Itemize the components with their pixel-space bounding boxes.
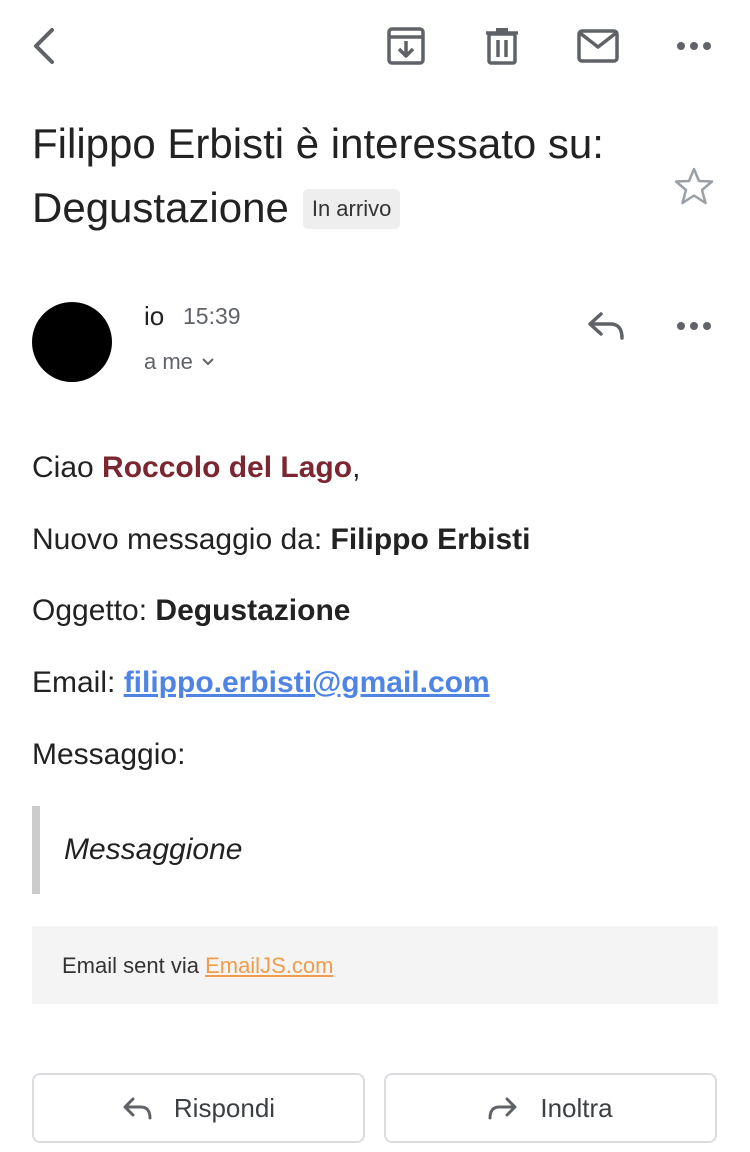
reply-icon-button[interactable] (578, 298, 634, 354)
email-line: Email: filippo.erbisti@gmail.com (32, 663, 490, 703)
emailjs-link[interactable]: EmailJS.com (205, 953, 333, 978)
email-footer: Email sent via EmailJS.com (32, 926, 718, 1004)
email-link[interactable]: filippo.erbisti@gmail.com (124, 666, 490, 699)
chevron-left-icon (34, 28, 54, 64)
email-label: Email: (32, 666, 124, 699)
forward-label: Inoltra (540, 1093, 613, 1123)
recipients-toggle[interactable]: a me (144, 348, 215, 376)
greeting-name: Roccolo del Lago (102, 451, 353, 484)
from-value: Filippo Erbisti (330, 523, 531, 556)
more-horizontal-icon (677, 42, 711, 50)
sender-avatar[interactable] (32, 302, 112, 382)
reply-icon (588, 312, 624, 340)
envelope-icon (577, 29, 619, 63)
greeting-line: Ciao Roccolo del Lago, (32, 448, 360, 488)
subject-line: Oggetto: Degustazione (32, 591, 350, 631)
message-more-button[interactable] (666, 298, 722, 354)
reply-icon (123, 1097, 152, 1120)
sender-name: io (144, 301, 165, 331)
more-horizontal-icon (677, 322, 711, 330)
mark-unread-button[interactable] (570, 18, 626, 74)
footer-prefix: Email sent via (62, 953, 206, 978)
forward-button[interactable]: Inoltra (384, 1073, 717, 1143)
chevron-down-icon (202, 358, 214, 366)
subject-label: Oggetto: (32, 594, 156, 627)
footer-text: Email sent via EmailJS.com (62, 952, 333, 980)
message-label: Messaggio: (32, 738, 186, 771)
message-quote: Messaggione (32, 806, 712, 894)
email-detail-screen: Filippo Erbisti è interessato su: Degust… (0, 0, 750, 1152)
message-text: Messaggione (64, 833, 243, 866)
greeting-suffix: , (352, 451, 361, 484)
inbox-label-chip[interactable]: In arrivo (302, 189, 401, 229)
from-label: Nuovo messaggio da: (32, 523, 331, 556)
sent-time: 15:39 (183, 303, 241, 329)
trash-icon (486, 28, 518, 65)
greeting-prefix: Ciao (32, 451, 103, 484)
delete-button[interactable] (474, 18, 530, 74)
back-button[interactable] (16, 18, 72, 74)
star-button[interactable] (670, 162, 718, 210)
reply-button[interactable]: Rispondi (32, 1073, 365, 1143)
from-line: Nuovo messaggio da: Filippo Erbisti (32, 520, 531, 560)
forward-icon (488, 1097, 517, 1120)
reply-label: Rispondi (173, 1093, 276, 1123)
email-subject: Filippo Erbisti è interessato su: Degust… (32, 112, 652, 240)
more-options-button[interactable] (666, 18, 722, 74)
recipients-text: a me (144, 349, 193, 374)
archive-button[interactable] (378, 18, 434, 74)
archive-icon (387, 27, 425, 65)
star-outline-icon (674, 167, 714, 205)
subject-value: Degustazione (155, 594, 351, 627)
